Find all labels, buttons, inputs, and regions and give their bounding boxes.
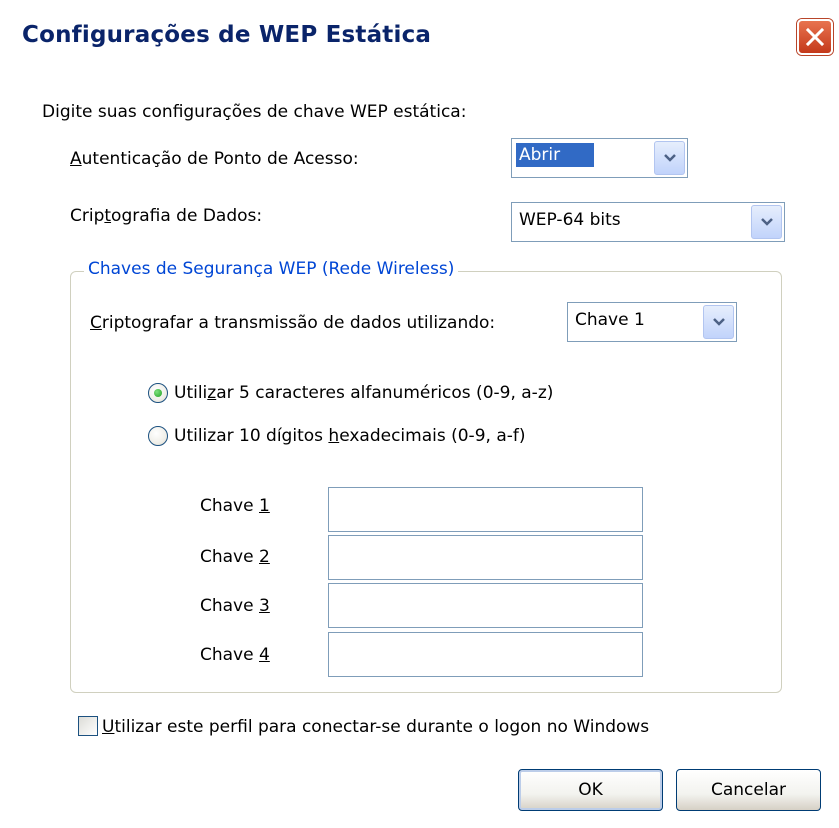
key-1-input[interactable] (328, 487, 643, 532)
transmit-key-value: Chave 1 (575, 310, 645, 330)
chevron-down-icon (713, 318, 725, 326)
window-border (834, 60, 839, 828)
crypto-label: Criptografia de Dados: (70, 206, 263, 226)
auth-selected-value: Abrir (516, 143, 595, 167)
radio-hexadecimal-label[interactable]: Utilizar 10 dígitos hexadecimais (0-9, a… (174, 426, 525, 446)
intro-text: Digite suas configurações de chave WEP e… (42, 102, 467, 122)
close-icon (805, 27, 825, 47)
radio-hexadecimal[interactable] (148, 426, 168, 446)
auth-select[interactable]: Abrir (511, 138, 688, 178)
window-title: Configurações de WEP Estática (22, 22, 432, 48)
window-border (0, 80, 6, 828)
transmit-key-select[interactable]: Chave 1 (567, 302, 737, 342)
logon-checkbox[interactable] (78, 716, 98, 736)
auth-label: Autenticação de Ponto de Acesso: (70, 149, 359, 169)
chevron-down-icon (761, 218, 773, 226)
crypto-selected-value: WEP-64 bits (519, 210, 621, 230)
key-2-input[interactable] (328, 535, 643, 580)
key-3-label: Chave 3 (200, 596, 270, 616)
chevron-down-icon (664, 154, 676, 162)
transmit-key-label: Criptografar a transmissão de dados util… (90, 313, 496, 333)
close-button[interactable] (797, 19, 833, 55)
key-4-input[interactable] (328, 632, 643, 677)
cancel-button[interactable]: Cancelar (676, 769, 821, 811)
ok-button[interactable]: OK (518, 769, 663, 811)
auth-dropdown-button[interactable] (654, 141, 685, 175)
radio-alphanumeric[interactable] (148, 383, 168, 403)
transmit-key-dropdown-button[interactable] (703, 305, 734, 339)
crypto-dropdown-button[interactable] (751, 205, 782, 239)
key-1-label: Chave 1 (200, 496, 270, 516)
title-bar: Configurações de WEP Estática (0, 0, 839, 80)
key-2-label: Chave 2 (200, 547, 270, 567)
logon-checkbox-label[interactable]: Utilizar este perfil para conectar-se du… (102, 717, 649, 737)
radio-alphanumeric-label[interactable]: Utilizar 5 caracteres alfanuméricos (0-9… (174, 383, 553, 403)
group-title: Chaves de Segurança WEP (Rede Wireless) (84, 259, 459, 279)
radio-selected-dot (154, 389, 162, 397)
key-4-label: Chave 4 (200, 645, 270, 665)
key-3-input[interactable] (328, 583, 643, 628)
crypto-select[interactable]: WEP-64 bits (511, 202, 785, 242)
